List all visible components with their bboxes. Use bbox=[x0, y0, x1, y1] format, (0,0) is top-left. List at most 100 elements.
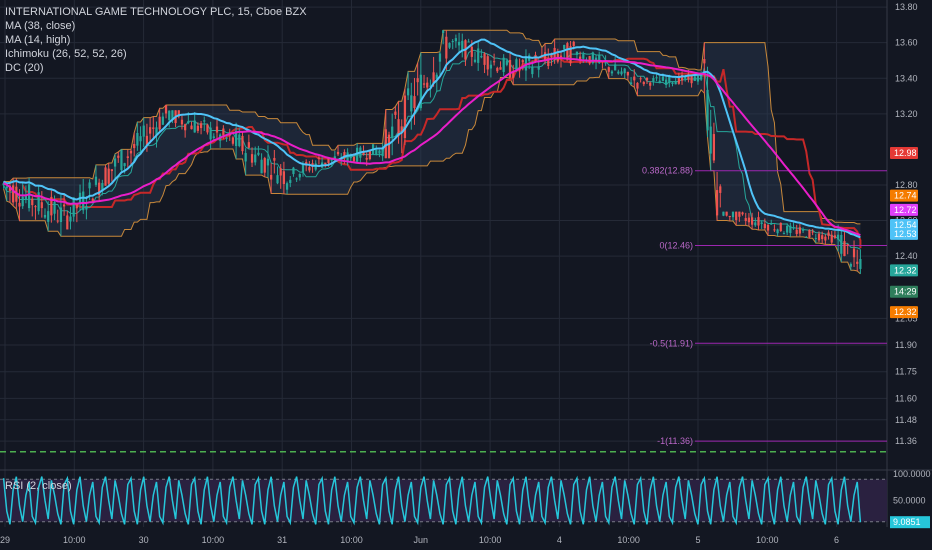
candle-body bbox=[674, 81, 677, 85]
candle-body bbox=[770, 223, 773, 225]
candle-body bbox=[75, 204, 78, 209]
y-tick-label: 11.48 bbox=[895, 415, 917, 425]
legend-ma14: MA (14, high) bbox=[5, 34, 71, 46]
candle-body bbox=[209, 127, 212, 140]
candle-body bbox=[139, 136, 142, 142]
chart-legend: INTERNATIONAL GAME TECHNOLOGY PLC, 15, C… bbox=[5, 5, 307, 75]
candle-body bbox=[254, 154, 257, 163]
rsi-tick-label: 50.0000 bbox=[893, 496, 926, 506]
price-tag-label: 12.53 bbox=[894, 229, 917, 239]
candle-body bbox=[610, 71, 614, 74]
x-tick-label: 10:00 bbox=[63, 535, 86, 545]
candle-body bbox=[801, 229, 805, 231]
candle-body bbox=[521, 60, 524, 63]
candle-body bbox=[655, 77, 658, 79]
candle-body bbox=[273, 157, 276, 161]
x-tick-label: 30 bbox=[139, 535, 149, 545]
candle-body bbox=[40, 202, 43, 209]
candle-body bbox=[21, 196, 24, 207]
rsi-tick-label: 100.0000 bbox=[893, 469, 931, 479]
candle-body bbox=[416, 78, 419, 83]
candle-body bbox=[148, 127, 152, 134]
candle-body bbox=[317, 157, 321, 159]
y-tick-label: 12.80 bbox=[895, 180, 918, 190]
candle-body bbox=[696, 75, 700, 82]
y-tick-label: 13.80 bbox=[895, 2, 918, 12]
candle-body bbox=[620, 71, 623, 75]
candle-body bbox=[129, 150, 133, 154]
candle-body bbox=[394, 111, 397, 115]
candle-body bbox=[779, 222, 782, 232]
candle-body bbox=[617, 71, 620, 74]
candle-body bbox=[257, 152, 260, 155]
candle-body bbox=[381, 148, 384, 157]
candle-body bbox=[658, 80, 661, 84]
price-tag-label: 12.72 bbox=[894, 205, 917, 215]
candle-body bbox=[623, 68, 626, 74]
x-tick-label: Jun bbox=[414, 535, 429, 545]
candle-body bbox=[757, 217, 760, 226]
candle-body bbox=[741, 212, 744, 215]
candle-body bbox=[467, 41, 470, 43]
candle-body bbox=[43, 214, 47, 218]
candle-body bbox=[754, 222, 757, 226]
candle-body bbox=[636, 82, 639, 89]
y-tick-label: 11.75 bbox=[895, 367, 917, 377]
candle-body bbox=[190, 125, 193, 130]
candle-body bbox=[206, 124, 209, 133]
price-tag-label: 12.98 bbox=[894, 148, 917, 158]
candle-body bbox=[614, 64, 617, 71]
rsi-value-label: 9.0851 bbox=[893, 517, 921, 527]
candle-body bbox=[94, 176, 98, 185]
candle-body bbox=[212, 136, 215, 138]
candle-body bbox=[629, 82, 633, 85]
candle-body bbox=[750, 217, 754, 225]
candle-body bbox=[5, 186, 8, 189]
candle-body bbox=[231, 137, 235, 144]
candle-body bbox=[572, 41, 575, 46]
candle-body bbox=[712, 134, 716, 161]
candle-body bbox=[805, 236, 808, 238]
candle-body bbox=[604, 62, 607, 64]
candle-body bbox=[442, 30, 445, 34]
candle-body bbox=[53, 202, 56, 214]
candle-body bbox=[786, 225, 789, 233]
candle-body bbox=[496, 67, 499, 72]
candle-body bbox=[391, 126, 394, 138]
candle-body bbox=[505, 60, 508, 65]
candle-body bbox=[12, 185, 15, 203]
candle-body bbox=[413, 96, 416, 109]
candle-body bbox=[735, 211, 738, 221]
candle-body bbox=[266, 158, 270, 166]
candle-body bbox=[225, 137, 228, 139]
x-tick-label: 10:00 bbox=[617, 535, 640, 545]
price-chart[interactable]: 29 10:00 30 10:00 31 10:00 Jun 10:00 4 10:00 5 10:0… bbox=[0, 0, 932, 550]
candle-body bbox=[502, 57, 505, 72]
candle-body bbox=[289, 179, 292, 183]
candle-body bbox=[158, 116, 161, 130]
candle-body bbox=[633, 76, 636, 81]
candle-body bbox=[113, 158, 117, 167]
candle-body bbox=[607, 67, 610, 72]
price-tag-label: 12.74 bbox=[894, 191, 917, 201]
candle-body bbox=[88, 182, 91, 189]
candle-body bbox=[789, 225, 792, 234]
candle-body bbox=[62, 204, 66, 207]
candle-body bbox=[451, 41, 454, 43]
candle-body bbox=[563, 44, 566, 50]
candle-body bbox=[859, 259, 862, 269]
candle-body bbox=[152, 127, 155, 129]
candle-body bbox=[117, 155, 120, 158]
candle-body bbox=[308, 167, 311, 171]
candle-body bbox=[856, 261, 859, 264]
candle-body bbox=[486, 56, 489, 70]
candle-body bbox=[715, 190, 719, 216]
candle-body bbox=[782, 233, 786, 235]
candle-body bbox=[843, 241, 846, 257]
candle-body bbox=[461, 40, 464, 51]
fib-level-label: 0.382(12.88) bbox=[642, 166, 693, 176]
candle-body bbox=[626, 71, 630, 76]
candle-body bbox=[852, 248, 856, 258]
legend-ichimoku: Ichimoku (26, 52, 52, 26) bbox=[5, 48, 127, 60]
candle-body bbox=[709, 126, 712, 154]
